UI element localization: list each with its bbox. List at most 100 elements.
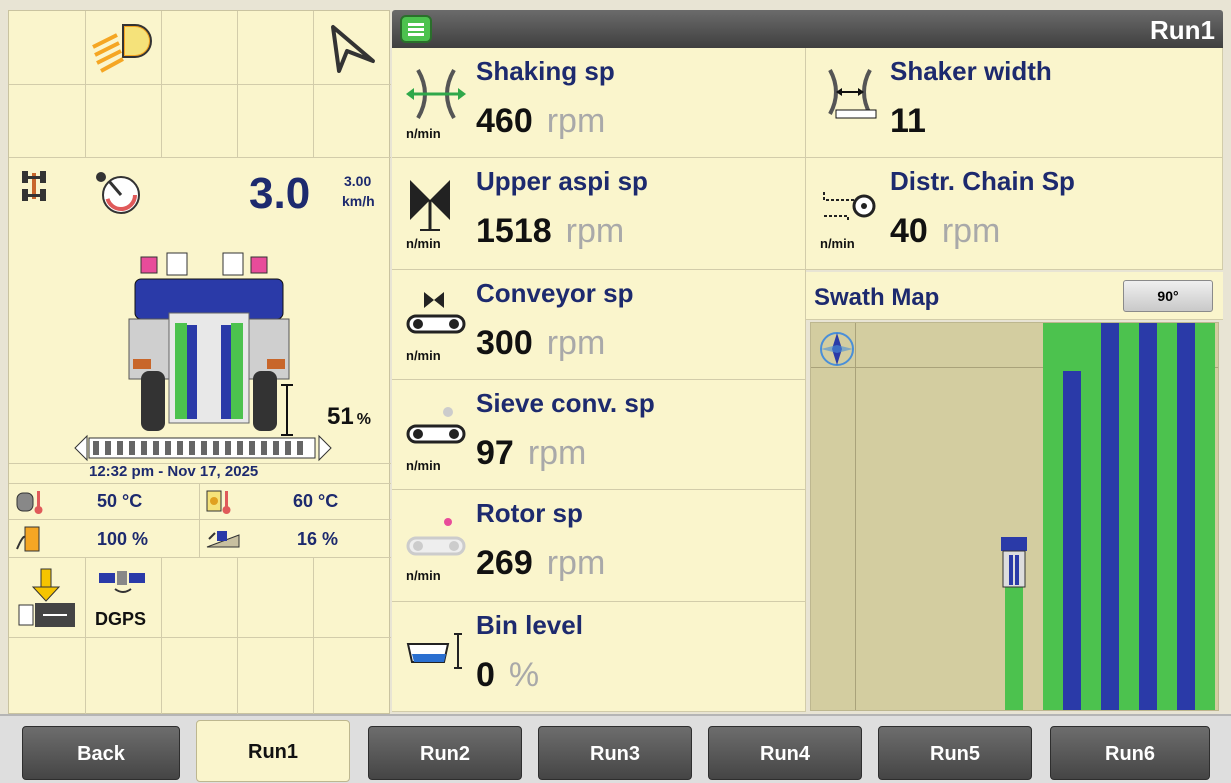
swath-stripe [1195, 323, 1215, 710]
upper-aspi-icon [404, 176, 468, 232]
speed-unit: km/h [342, 193, 375, 209]
distr-chain-icon [818, 176, 882, 232]
usb-export-icon[interactable] [17, 567, 79, 631]
menu-icon[interactable] [400, 15, 432, 43]
tile-label: Rotor sp [476, 498, 583, 528]
tile-label: Conveyor sp [476, 278, 634, 308]
tile-rotor-speed[interactable]: Rotor sp 269 rpm n/min [392, 490, 806, 602]
hydraulic-temp-value: 60 °C [293, 491, 339, 511]
left-panel: 3.0 3.00 km/h 51% 12:32 pm - Nov 17, 202… [8, 10, 391, 715]
engine-temp-icon [15, 487, 45, 515]
tile-shaker-width[interactable]: Shaker width 11 [806, 48, 1223, 158]
tile-nmin: n/min [406, 126, 441, 141]
tile-value-unit: rpm [527, 434, 587, 472]
header-bar: Run1 [392, 10, 1223, 48]
tab-run3[interactable]: Run3 [538, 726, 692, 780]
tile-value: 460 rpm [476, 102, 605, 141]
tab-run4[interactable]: Run4 [708, 726, 862, 780]
harvester-position-icon [997, 533, 1031, 593]
height-percent-value: 51 [327, 403, 354, 430]
satellite-icon [95, 567, 151, 597]
tile-nmin: n/min [406, 568, 441, 583]
tile-nmin: n/min [406, 458, 441, 473]
rotate-map-button[interactable]: 90° [1123, 280, 1213, 312]
tile-bin-level[interactable]: Bin level 0% [392, 602, 806, 712]
tile-value-number: 40 [890, 212, 928, 250]
swath-stripe [1043, 323, 1063, 710]
axle-icon [19, 169, 49, 203]
conveyor-icon [404, 288, 468, 344]
swath-stripe-current [1005, 573, 1023, 710]
tab-run1[interactable]: Run1 [196, 720, 350, 782]
tile-shaking-speed[interactable]: Shaking sp 460 rpm n/min [392, 48, 806, 158]
tile-value-unit: % [508, 656, 540, 694]
bottom-tab-bar: Back Run1 Run2 Run3 Run4 Run5 Run6 [0, 714, 1231, 783]
tile-value-unit: rpm [565, 212, 625, 250]
gps-label: DGPS [95, 609, 147, 629]
tile-value-unit: rpm [546, 544, 606, 582]
swath-stripe [1177, 323, 1195, 710]
tile-distr-chain-speed[interactable]: Distr. Chain Sp 40 rpm n/min [806, 158, 1223, 270]
swath-stripe [1157, 323, 1177, 710]
tile-value-number: 460 [476, 102, 533, 140]
tile-sieve-conveyor-speed[interactable]: Sieve conv. sp 97 rpm n/min [392, 380, 806, 490]
tile-value: 269 rpm [476, 544, 605, 583]
tile-value-number: 97 [476, 434, 514, 472]
swath-stripe [1119, 323, 1139, 710]
tab-run6[interactable]: Run6 [1050, 726, 1210, 780]
tile-value-unit: rpm [546, 324, 606, 362]
swath-map-header: Swath Map 90° [806, 272, 1223, 320]
tile-nmin: n/min [406, 348, 441, 363]
map-gridline [855, 323, 856, 710]
tile-label: Distr. Chain Sp [890, 166, 1075, 196]
slope-value: 16 % [297, 529, 339, 549]
height-indicator-icon [277, 383, 297, 437]
tab-run5[interactable]: Run5 [878, 726, 1032, 780]
engine-temp-value: 50 °C [97, 491, 143, 511]
tile-label: Sieve conv. sp [476, 388, 655, 418]
tile-value: 300 rpm [476, 324, 605, 363]
tile-value: 11 [890, 102, 940, 141]
speed-value: 3.0 [249, 169, 311, 218]
shaking-icon [404, 66, 468, 122]
tile-nmin: n/min [820, 236, 855, 251]
tile-conveyor-speed[interactable]: Conveyor sp 300 rpm n/min [392, 270, 806, 380]
tile-value: 40 rpm [890, 212, 1000, 251]
back-button[interactable]: Back [22, 726, 180, 780]
tile-value-number: 1518 [476, 212, 552, 250]
tile-label: Upper aspi sp [476, 166, 648, 196]
height-percent: 51% [327, 403, 371, 431]
tile-value-unit: rpm [941, 212, 1001, 250]
tile-label: Shaking sp [476, 56, 615, 86]
tile-nmin: n/min [406, 236, 441, 251]
swath-stripe [1063, 371, 1081, 710]
tab-run2[interactable]: Run2 [368, 726, 522, 780]
headlight-icon[interactable] [87, 17, 157, 77]
navigation-arrow-icon[interactable] [321, 21, 381, 77]
swath-stripe [1083, 323, 1101, 710]
tile-value-number: 11 [890, 102, 926, 140]
harvester-illustration [119, 243, 299, 443]
sieve-conveyor-icon [404, 398, 468, 454]
swath-map[interactable] [810, 322, 1219, 711]
fuel-level-value: 100 % [97, 529, 149, 549]
compass-icon[interactable] [817, 329, 857, 369]
tile-value-unit: rpm [546, 102, 606, 140]
swath-stripe [1139, 323, 1157, 710]
datetime: 12:32 pm - Nov 17, 2025 [89, 463, 259, 480]
tile-value-number: 300 [476, 324, 533, 362]
tile-value-number: 0 [476, 656, 495, 694]
tile-value: 97 rpm [476, 434, 586, 473]
bin-level-icon [404, 620, 468, 676]
slope-icon [205, 525, 241, 553]
rotor-icon [404, 508, 468, 564]
speed-control-icon[interactable] [89, 167, 149, 217]
width-conveyor-bar [73, 433, 333, 463]
tile-label: Shaker width [890, 56, 1052, 86]
hydraulic-temp-icon [205, 487, 235, 515]
shaker-width-icon [818, 66, 882, 122]
tile-value: 0% [476, 656, 539, 695]
tile-upper-aspi-speed[interactable]: Upper aspi sp 1518 rpm n/min [392, 158, 806, 270]
swath-map-title: Swath Map [814, 284, 940, 311]
speed-small-value: 3.00 [344, 173, 372, 189]
